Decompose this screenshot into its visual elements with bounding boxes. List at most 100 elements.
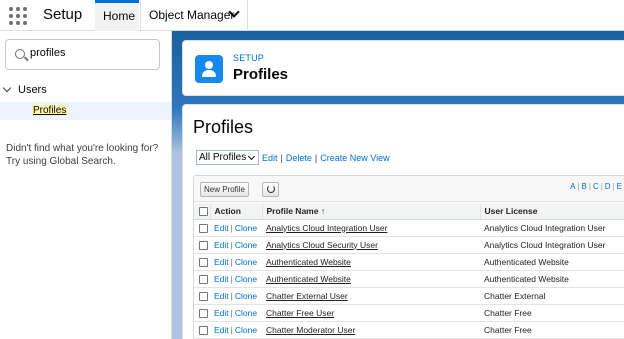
select-all-cell [194,204,210,220]
header-eyebrow: SETUP [233,53,265,63]
quick-find-box[interactable] [5,39,160,70]
table-row: Edit | Clone Analytics Cloud Integration Us… [194,219,624,237]
delete-view-link[interactable]: Delete [286,153,312,163]
row-checkbox[interactable] [199,274,208,284]
row-clone-link[interactable]: Clone [235,240,257,250]
row-select-cell [194,236,210,254]
row-actions: Edit | Clone [210,304,262,322]
alpha-c[interactable]: C [593,182,599,191]
profile-name-link[interactable]: Analytics Cloud Integration User [266,223,387,233]
table-row: Edit | Clone Chatter External User Chatter E… [194,287,624,305]
quick-find-input[interactable] [30,47,150,59]
row-edit-link[interactable]: Edit [214,240,229,250]
search-icon [15,49,25,59]
row-user-license: Chatter Free [480,321,624,339]
alpha-e[interactable]: E [617,182,622,191]
row-edit-link[interactable]: Edit [214,274,229,284]
not-found-line2: Try using Global Search. [6,156,116,167]
profile-name-link[interactable]: Analytics Cloud Security User [266,240,378,250]
tree-node-profiles-label[interactable]: Profiles [32,105,68,116]
row-select-cell [194,304,210,322]
row-actions: Edit | Clone [210,219,262,237]
row-clone-link[interactable]: Clone [235,223,257,233]
column-user-license[interactable]: User License [479,204,624,220]
column-action: Action [209,204,262,220]
alpha-filter: A | B | C | D | E [570,182,622,191]
row-actions: Edit | Clone [210,236,262,254]
row-actions: Edit | Clone [210,287,262,305]
row-select-cell [194,270,210,288]
tab-home[interactable]: Home [95,0,139,31]
row-profile-name: Analytics Cloud Integration User [262,219,480,237]
not-found-message: Didn't find what you're looking for? Try… [6,142,166,168]
select-all-checkbox[interactable] [199,207,208,217]
view-links: Edit | Delete | Create New View [262,153,390,163]
row-select-cell [194,219,210,237]
row-clone-link[interactable]: Clone [235,308,257,318]
profile-icon [195,55,223,83]
profiles-table: Action Profile Name ↑ User License Edit |… [194,204,624,339]
row-clone-link[interactable]: Clone [235,291,257,301]
column-profile-name[interactable]: Profile Name ↑ [261,204,480,220]
tree-node-profiles[interactable]: Profiles [0,102,171,120]
row-checkbox[interactable] [199,240,208,250]
row-user-license: Authenticated Website [480,253,624,271]
row-checkbox[interactable] [199,223,208,233]
row-actions: Edit | Clone [210,321,262,339]
row-user-license: Chatter External [480,287,624,305]
refresh-button[interactable] [262,182,279,197]
profile-name-link[interactable]: Chatter Moderator User [266,325,355,335]
chevron-down-icon [247,152,256,161]
list-toolbar: New Profile A | B | C | D | E [194,176,624,202]
tree-node-users[interactable]: Users [2,83,47,96]
app-name: Setup [43,6,83,23]
profile-name-link[interactable]: Chatter Free User [266,308,334,318]
row-profile-name: Analytics Cloud Security User [262,236,480,254]
tab-object-manager-label: Object Manager [149,8,235,22]
tab-object-manager[interactable]: Object Manager [140,0,248,31]
row-profile-name: Authenticated Website [262,253,480,271]
profile-name-link[interactable]: Authenticated Website [266,274,351,284]
row-actions: Edit | Clone [210,270,262,288]
row-actions: Edit | Clone [210,253,262,271]
row-edit-link[interactable]: Edit [214,223,229,233]
row-edit-link[interactable]: Edit [214,325,229,335]
row-profile-name: Chatter Free User [262,304,480,322]
sort-ascending-icon: ↑ [320,206,326,217]
main-area: SETUP Profiles Profiles All Profiles Edi… [172,31,624,339]
row-edit-link[interactable]: Edit [214,291,229,301]
setup-sidebar: Users Profiles Didn't find what you're l… [0,31,172,339]
create-view-link[interactable]: Create New View [320,153,389,163]
view-select[interactable]: All Profiles [196,150,259,165]
row-checkbox[interactable] [199,308,208,318]
page-header: SETUP Profiles [182,40,624,96]
row-edit-link[interactable]: Edit [214,257,229,267]
table-row: Edit | Clone Authenticated Website Authentic… [194,270,624,288]
row-select-cell [194,321,210,339]
table-row: Edit | Clone Analytics Cloud Security User A… [194,236,624,254]
column-profile-name-label: Profile Name [266,206,319,217]
profile-name-link[interactable]: Authenticated Website [266,257,351,267]
alpha-d[interactable]: D [605,182,611,191]
profiles-list: New Profile A | B | C | D | E Action Profile Nam… [193,175,624,339]
profiles-content: Profiles All Profiles Edit | Delete | Create… [182,104,624,339]
row-edit-link[interactable]: Edit [214,308,229,318]
row-checkbox[interactable] [199,257,208,267]
chevron-down-icon [2,83,12,93]
row-clone-link[interactable]: Clone [235,325,257,335]
refresh-icon [267,185,275,193]
edit-view-link[interactable]: Edit [262,153,278,163]
row-checkbox[interactable] [199,325,208,335]
row-user-license: Analytics Cloud Integration User [480,219,624,237]
content-title: Profiles [193,117,254,137]
row-clone-link[interactable]: Clone [235,274,257,284]
new-profile-button[interactable]: New Profile [200,182,249,197]
global-navigation: Setup Home Object Manager [0,0,624,31]
profile-name-link[interactable]: Chatter External User [266,291,348,301]
row-checkbox[interactable] [199,291,208,301]
row-user-license: Analytics Cloud Integration User [480,236,624,254]
app-launcher-icon[interactable] [9,7,27,25]
row-select-cell [194,287,210,305]
page-title: Profiles [233,66,289,83]
row-clone-link[interactable]: Clone [235,257,257,267]
